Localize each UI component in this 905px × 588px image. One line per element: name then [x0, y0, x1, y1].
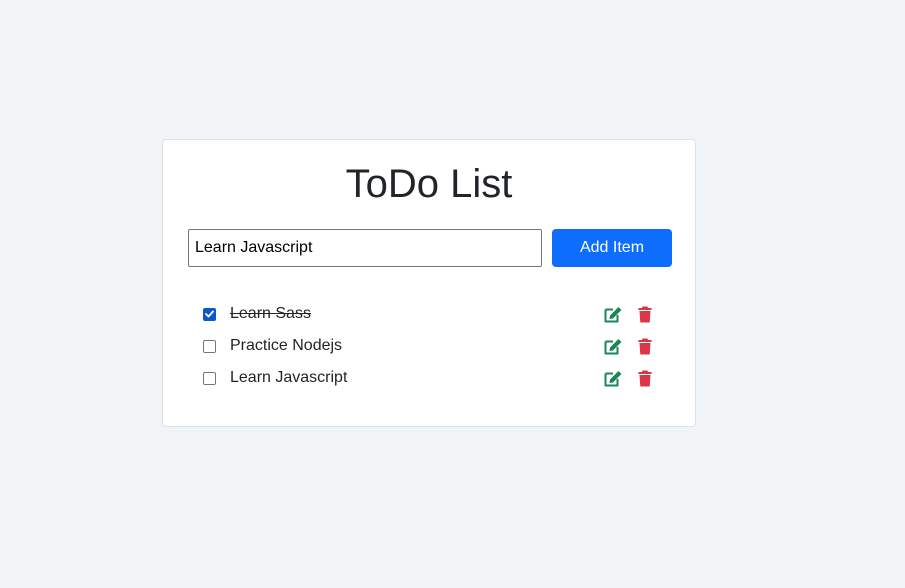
todo-actions: [603, 330, 655, 362]
todo-checkbox[interactable]: [203, 339, 216, 353]
trash-icon[interactable]: [635, 336, 655, 356]
trash-icon[interactable]: [635, 368, 655, 388]
checkmark-icon: [205, 310, 214, 318]
todo-actions: [603, 298, 655, 330]
todo-item: Practice Nodejs: [203, 330, 655, 362]
todo-item-label: Learn Sass: [230, 305, 311, 322]
todo-actions: [603, 362, 655, 394]
page-title: ToDo List: [345, 162, 513, 206]
todo-item: Learn Javascript: [203, 362, 655, 394]
trash-icon[interactable]: [635, 304, 655, 324]
edit-icon[interactable]: [603, 368, 623, 388]
add-item-button[interactable]: Add Item: [552, 229, 672, 267]
todo-checkbox[interactable]: [203, 307, 216, 321]
todo-item-label: Practice Nodejs: [230, 337, 343, 354]
edit-icon[interactable]: [603, 336, 623, 356]
todo-item: Learn Sass: [203, 298, 655, 330]
todo-list: Learn Sass Practice Nodejs Learn Javascr…: [203, 298, 655, 394]
todo-item-label: Learn Javascript: [230, 369, 348, 386]
todo-card: ToDo List Add Item Learn Sass: [162, 139, 696, 427]
todo-input[interactable]: [188, 229, 542, 267]
edit-icon[interactable]: [603, 304, 623, 324]
todo-checkbox[interactable]: [203, 371, 216, 385]
